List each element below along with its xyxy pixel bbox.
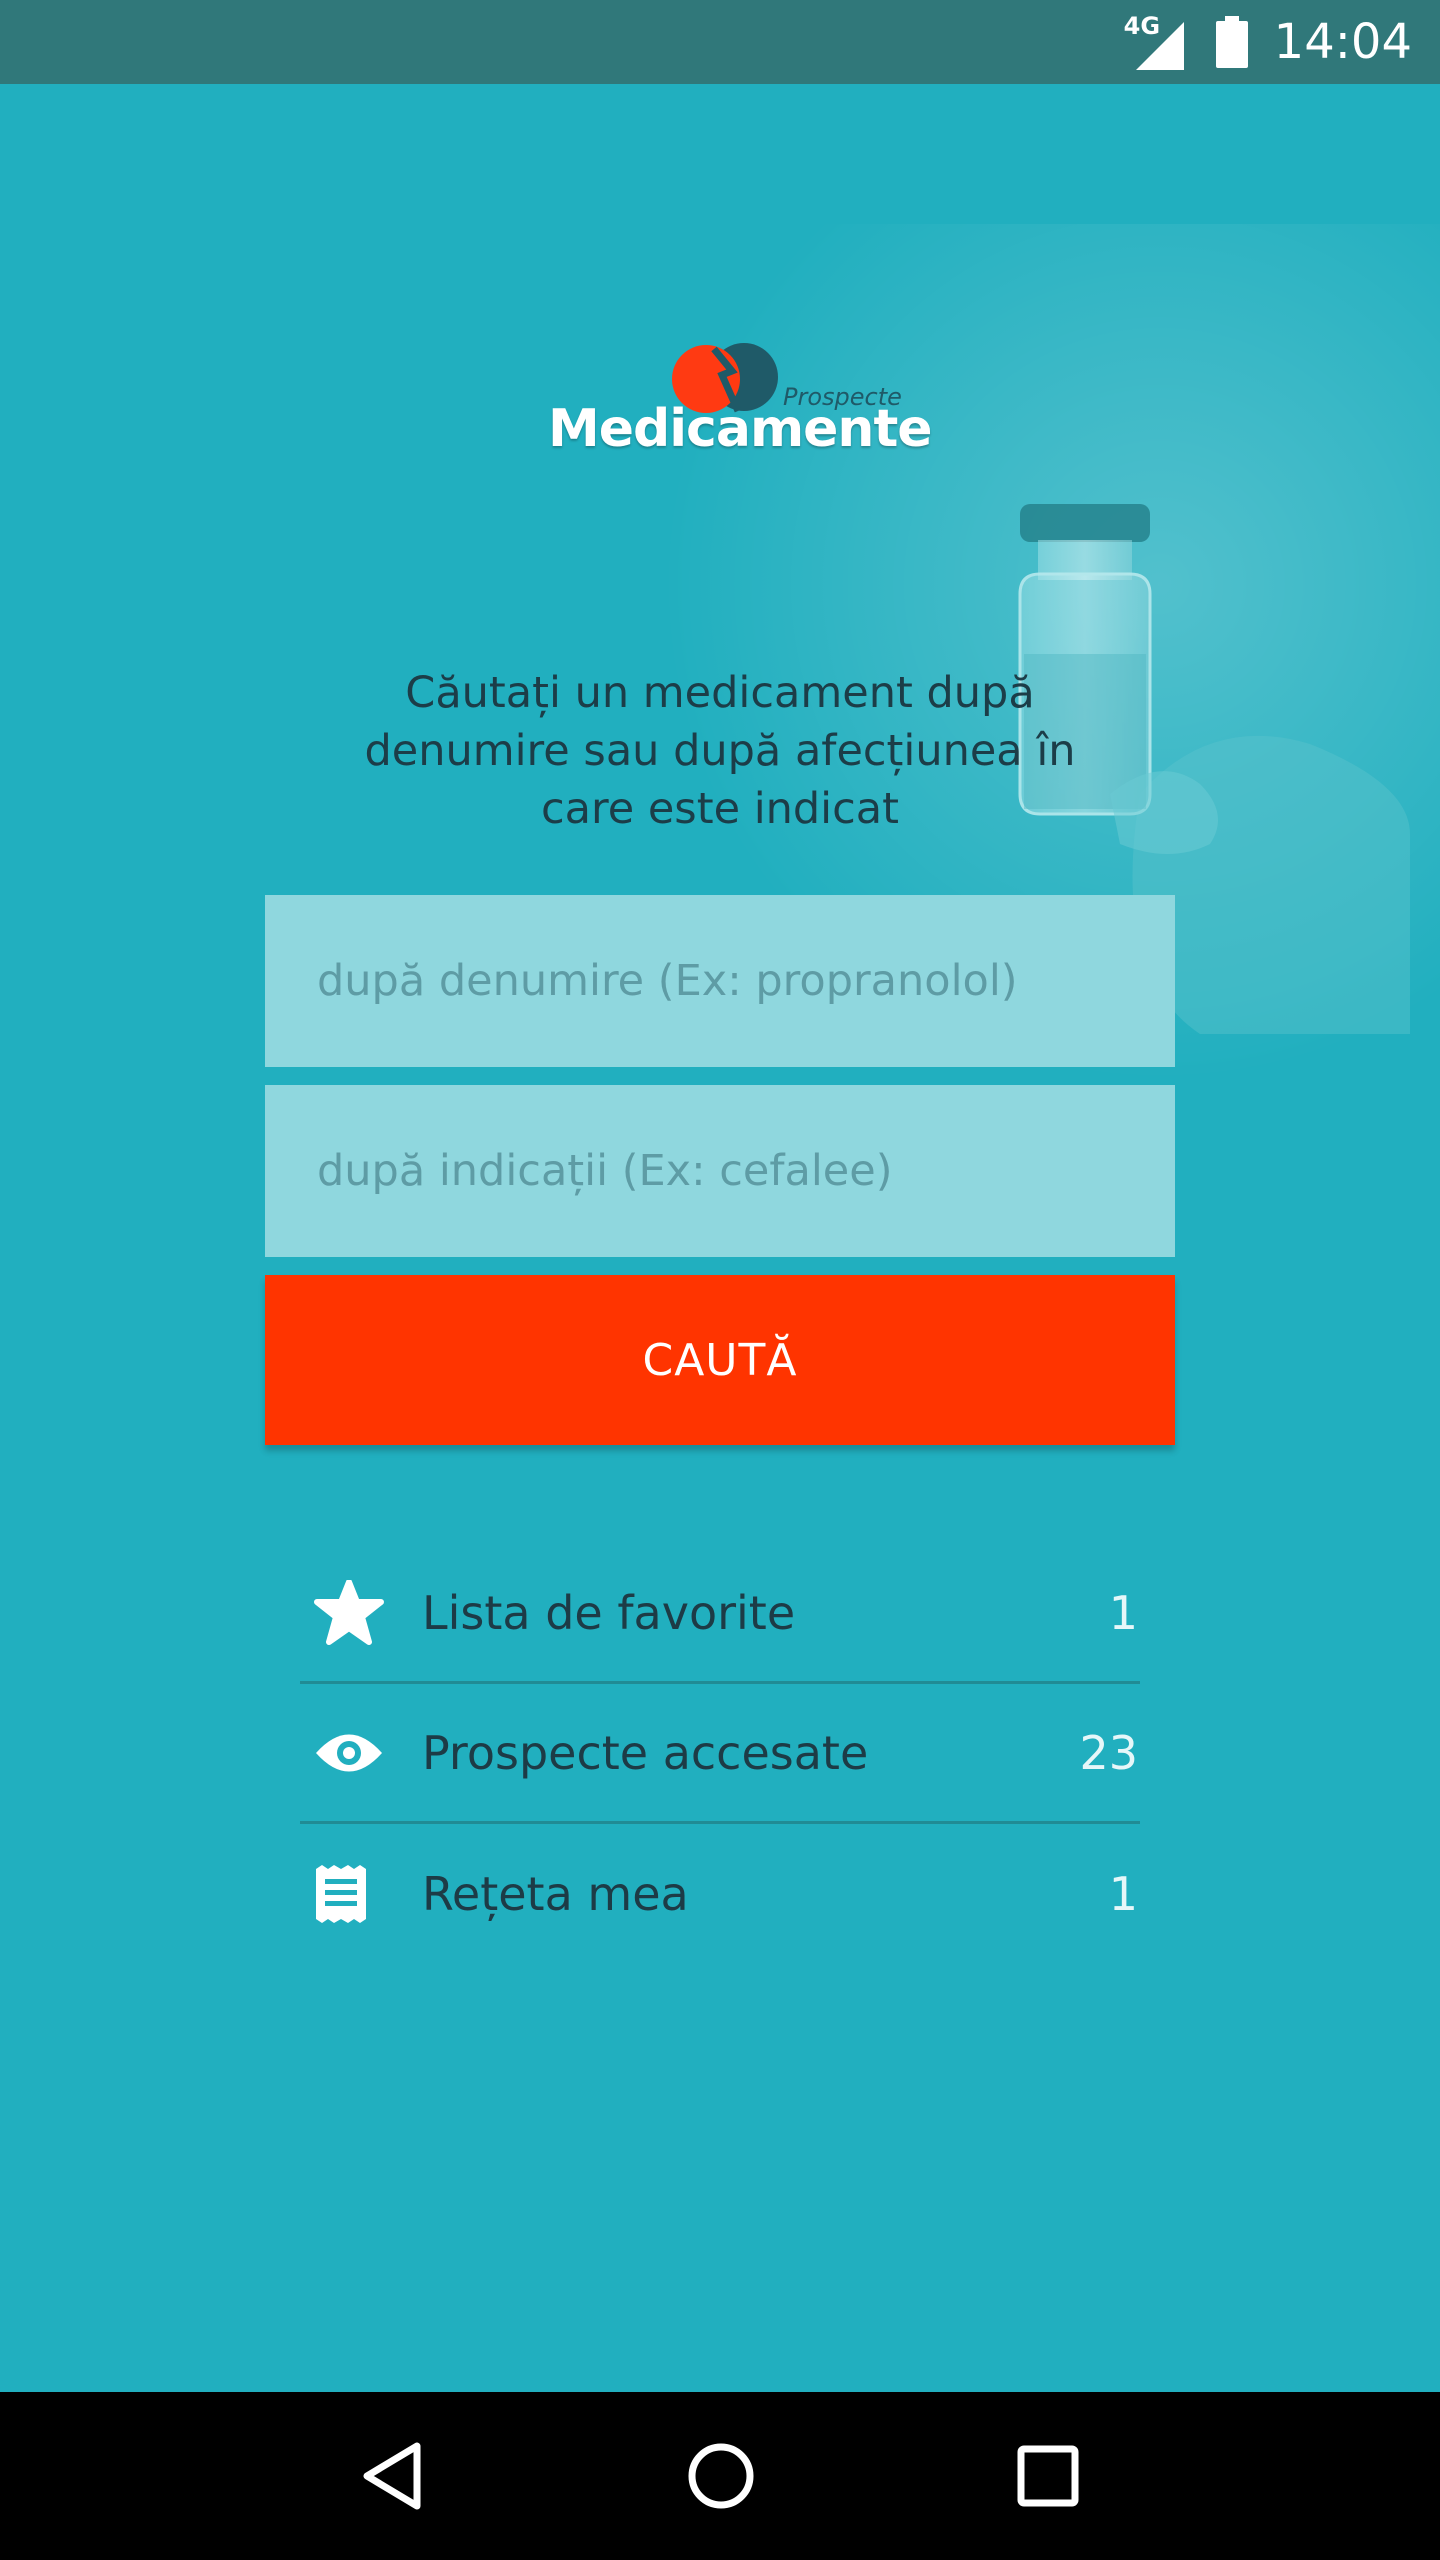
eye-icon xyxy=(300,1730,400,1776)
intro-text: Căutați un medicament după denumire sau … xyxy=(364,668,1076,834)
menu-item-label: Rețeta mea xyxy=(422,1867,689,1921)
menu-item-count: 1 xyxy=(1108,1585,1138,1640)
menu-item-count: 23 xyxy=(1079,1725,1138,1780)
menu-item-label: Prospecte accesate xyxy=(422,1725,869,1780)
name-search-input[interactable] xyxy=(265,895,1175,1067)
back-icon[interactable] xyxy=(361,2440,425,2512)
battery-icon xyxy=(1215,16,1248,68)
navigation-bar xyxy=(0,2392,1440,2560)
menu-item-viewed-leaflets[interactable]: Prospecte accesate 23 xyxy=(300,1684,1140,1824)
star-icon xyxy=(300,1579,400,1646)
receipt-icon xyxy=(300,1865,400,1923)
menu-list: Lista de favorite 1 Prospecte accesate 2… xyxy=(300,1544,1140,1964)
recents-icon[interactable] xyxy=(1017,2445,1079,2507)
clock: 14:04 xyxy=(1273,14,1412,70)
search-button[interactable]: CAUTĂ xyxy=(265,1275,1175,1445)
app-logo: Prospecte Medicamente xyxy=(548,259,933,459)
menu-item-count: 1 xyxy=(1108,1867,1138,1921)
signal-indicator: 4G xyxy=(1124,12,1188,70)
menu-item-label: Lista de favorite xyxy=(422,1585,796,1640)
main-screen: Prospecte Medicamente Căutați un medicam… xyxy=(0,84,1440,2392)
indication-search-input[interactable] xyxy=(265,1085,1175,1257)
menu-item-my-prescription[interactable]: Rețeta mea 1 xyxy=(300,1824,1140,1964)
signal-icon xyxy=(1135,22,1184,70)
home-icon[interactable] xyxy=(686,2441,756,2511)
logo-title: Medicamente xyxy=(548,399,933,459)
status-bar: 4G 14:04 xyxy=(0,0,1440,84)
menu-item-favorites[interactable]: Lista de favorite 1 xyxy=(300,1544,1140,1684)
